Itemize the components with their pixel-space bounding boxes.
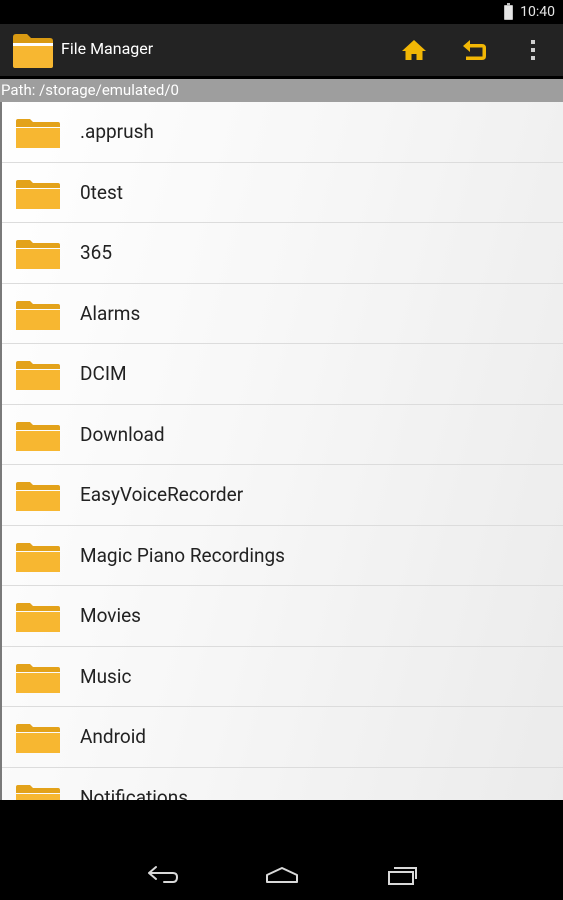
nav-home-icon xyxy=(266,867,298,883)
list-item[interactable]: Notifications xyxy=(2,768,563,801)
file-name: Magic Piano Recordings xyxy=(80,543,285,567)
file-name: Download xyxy=(80,422,165,446)
file-name: Alarms xyxy=(80,301,141,325)
file-name: EasyVoiceRecorder xyxy=(80,483,244,506)
overflow-menu-button[interactable] xyxy=(509,24,557,76)
up-button[interactable] xyxy=(450,24,498,76)
folder-icon xyxy=(16,421,60,451)
recents-icon xyxy=(388,867,417,885)
status-time: 10:40 xyxy=(520,4,555,20)
file-name: .apprush xyxy=(80,120,154,143)
folder-icon xyxy=(16,603,60,632)
folder-icon xyxy=(16,300,60,330)
folder-icon xyxy=(16,482,60,511)
folder-icon xyxy=(16,119,60,148)
folder-icon xyxy=(16,542,60,572)
folder-icon xyxy=(16,179,60,209)
home-button[interactable] xyxy=(390,24,438,76)
app-title: File Manager xyxy=(61,39,154,58)
file-name: Music xyxy=(80,664,132,688)
list-item[interactable]: Download xyxy=(2,405,563,465)
return-icon xyxy=(463,40,486,60)
file-name: DCIM xyxy=(80,362,127,385)
path-bar: Path: /storage/emulated/0 xyxy=(0,79,563,102)
list-item[interactable]: .apprush xyxy=(2,102,563,163)
file-name: Notifications xyxy=(80,785,189,801)
folder-icon xyxy=(16,724,60,753)
list-item[interactable]: DCIM xyxy=(2,344,563,405)
folder-icon xyxy=(16,240,60,269)
file-name: Android xyxy=(80,725,147,748)
home-icon xyxy=(402,40,426,60)
list-item[interactable]: EasyVoiceRecorder xyxy=(2,465,563,526)
nav-back-button[interactable] xyxy=(133,858,193,892)
nav-recents-button[interactable] xyxy=(372,858,432,892)
status-bar: 10:40 xyxy=(0,0,563,24)
overflow-menu-icon xyxy=(531,40,535,60)
list-item[interactable]: 365 xyxy=(2,223,563,284)
folder-icon xyxy=(16,361,60,390)
list-item[interactable]: 0test xyxy=(2,163,563,223)
battery-icon xyxy=(504,3,513,20)
path-text: Path: /storage/emulated/0 xyxy=(1,81,179,99)
list-item[interactable]: Magic Piano Recordings xyxy=(2,526,563,586)
file-name: 365 xyxy=(80,241,113,264)
folder-icon xyxy=(16,784,60,800)
nav-home-button[interactable] xyxy=(252,858,312,892)
folder-icon[interactable] xyxy=(10,30,56,70)
file-name: 0test xyxy=(80,180,123,204)
list-item[interactable]: Music xyxy=(2,647,563,707)
list-item[interactable]: Movies xyxy=(2,586,563,647)
folder-icon xyxy=(16,663,60,693)
action-bar: File Manager xyxy=(0,24,563,76)
list-item[interactable]: Alarms xyxy=(2,284,563,344)
list-item[interactable]: Android xyxy=(2,707,563,768)
file-list: .apprush 0test 365 Alarms DCIM Download … xyxy=(0,102,563,800)
back-icon xyxy=(148,866,178,883)
file-name: Movies xyxy=(80,604,141,627)
